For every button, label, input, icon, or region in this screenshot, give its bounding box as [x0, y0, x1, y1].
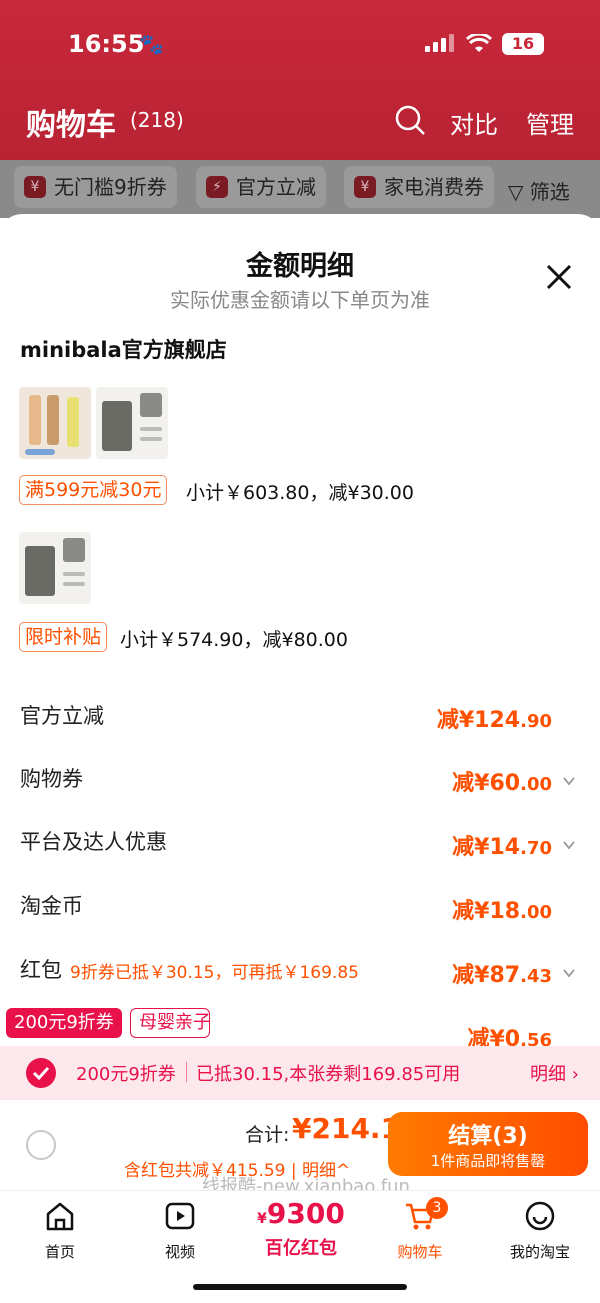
- banner-info: 已抵30.15,本张券剩169.85可用: [196, 1064, 461, 1085]
- promo-tag: 满599元减30元: [19, 475, 168, 505]
- status-time: 16:55: [68, 30, 145, 58]
- tab-label: 首页: [44, 1243, 75, 1261]
- chip-label: 家电消费券: [384, 175, 484, 199]
- chevron-down-icon[interactable]: [562, 966, 576, 980]
- chip-coupon[interactable]: ¥ 无门槛9折券: [14, 166, 177, 208]
- amount-cents: .70: [520, 838, 552, 859]
- yen-icon: ¥: [24, 176, 46, 198]
- checkout-sublabel: 1件商品即将售罄: [430, 1152, 546, 1170]
- chip-official-discount[interactable]: ⚡ 官方立减: [196, 166, 326, 208]
- video-icon: [165, 1202, 195, 1230]
- chip-label: 无门槛9折券: [54, 175, 167, 199]
- amount-cents: .43: [520, 966, 552, 987]
- tab-label: 我的淘宝: [509, 1243, 570, 1261]
- cart-badge: 3: [426, 1197, 448, 1219]
- amount-main: 减¥124: [436, 708, 521, 733]
- search-icon[interactable]: [394, 104, 426, 136]
- row-redpacket-value[interactable]: 减¥87.43: [452, 957, 552, 989]
- product-thumbs-2: [19, 532, 99, 606]
- checkout-button[interactable]: 结算(3) 1件商品即将售罄: [388, 1112, 588, 1176]
- checkout-label: 结算(3): [448, 1124, 528, 1149]
- product-thumb[interactable]: [19, 532, 91, 604]
- cart-header: 购物车 (218) 对比 管理: [0, 100, 600, 144]
- battery-icon: 16: [502, 33, 544, 55]
- row-taojinbi-value: 减¥18.00: [452, 893, 552, 925]
- lightning-icon: ⚡: [206, 176, 228, 198]
- status-bar: 16:55 🐾 16: [0, 28, 600, 64]
- yen-icon: ¥: [354, 176, 376, 198]
- home-indicator: [193, 1284, 407, 1290]
- chevron-down-icon[interactable]: [562, 774, 576, 788]
- tab-cart[interactable]: 3 购物车: [370, 1197, 470, 1262]
- wifi-icon: [465, 32, 493, 59]
- tab-video[interactable]: 视频: [130, 1199, 230, 1262]
- coupon-pill[interactable]: 200元9折券: [6, 1008, 122, 1038]
- home-icon: [46, 1202, 74, 1231]
- product-thumbs-1: [19, 387, 179, 461]
- row-shopping-coupon-label: 购物券: [20, 767, 83, 791]
- coupon-banner[interactable]: 200元9折券 已抵30.15,本张券剩169.85可用 明细 ›: [0, 1046, 600, 1100]
- amount-main: 减¥87: [452, 963, 521, 988]
- filter-button[interactable]: ▽ 筛选: [508, 176, 570, 205]
- filter-chips: ¥ 无门槛9折券 ⚡ 官方立减 ¥ 家电消费券 ▽ 筛选: [0, 160, 600, 218]
- store-name: minibala官方旗舰店: [20, 338, 227, 362]
- category-pill[interactable]: 母婴亲子: [130, 1008, 210, 1038]
- group-subtotal: 小计￥603.80，减¥30.00: [186, 482, 414, 504]
- page-title: 购物车: [26, 108, 116, 143]
- row-official-discount-value: 减¥124.90: [437, 702, 552, 734]
- filter-icon: ▽: [508, 180, 524, 204]
- row-platform-discount-label: 平台及达人优惠: [20, 830, 167, 854]
- banner-divider: [186, 1062, 187, 1082]
- tab-redpacket[interactable]: ¥9300 百亿红包: [256, 1199, 346, 1260]
- app-header-area: 16:55 🐾 16 购物车 (218) 对比 管理: [0, 0, 600, 160]
- signal-icon: [425, 34, 455, 52]
- row-official-discount-label: 官方立减: [20, 704, 104, 728]
- sheet-subtitle: 实际优惠金额请以下单页为准: [170, 288, 430, 312]
- compare-button[interactable]: 对比: [450, 105, 498, 140]
- amount-cents: .90: [520, 711, 552, 732]
- select-all-checkbox[interactable]: [26, 1130, 56, 1160]
- total-label: 合计:: [245, 1124, 290, 1146]
- banner-detail-link[interactable]: 明细 ›: [530, 1060, 579, 1086]
- product-thumb[interactable]: [96, 387, 168, 459]
- cart-count: (218): [130, 108, 184, 132]
- tab-label: 视频: [164, 1243, 195, 1261]
- manage-button[interactable]: 管理: [526, 105, 574, 140]
- redpacket-note: 9折券已抵￥30.15，可再抵￥169.85: [70, 963, 359, 983]
- chip-label: 官方立减: [236, 175, 316, 199]
- chevron-down-icon[interactable]: [562, 838, 576, 852]
- redpack-value: 9300: [266, 1197, 345, 1230]
- row-redpacket-label: 红包: [20, 958, 62, 982]
- row-taojinbi-label: 淘金币: [20, 894, 83, 918]
- tab-mine[interactable]: 我的淘宝: [490, 1199, 590, 1262]
- redpack-label: 百亿红包: [265, 1238, 337, 1259]
- smile-icon: [525, 1201, 555, 1231]
- amount-cents: .00: [520, 902, 552, 923]
- row-platform-discount-value[interactable]: 减¥14.70: [452, 829, 552, 861]
- close-icon[interactable]: [544, 262, 574, 292]
- banner-coupon: 200元9折券: [76, 1064, 176, 1085]
- product-thumb[interactable]: [19, 387, 91, 459]
- paw-icon: 🐾: [139, 32, 164, 56]
- amount-main: 减¥18: [452, 899, 521, 924]
- row-shopping-coupon-value[interactable]: 减¥60.00: [452, 765, 552, 797]
- group-subtotal: 小计￥574.90，减¥80.00: [120, 629, 348, 651]
- chip-appliance-coupon[interactable]: ¥ 家电消费券: [344, 166, 494, 208]
- tab-home[interactable]: 首页: [10, 1199, 110, 1262]
- promo-tag: 限时补贴: [19, 622, 108, 652]
- amount-cents: .00: [520, 774, 552, 795]
- tab-label: 购物车: [397, 1243, 443, 1261]
- amount-main: 减¥14: [452, 835, 521, 860]
- filter-label: 筛选: [529, 180, 570, 204]
- sheet-title: 金额明细: [246, 251, 354, 282]
- amount-main: 减¥60: [452, 771, 521, 796]
- check-icon[interactable]: [26, 1058, 56, 1088]
